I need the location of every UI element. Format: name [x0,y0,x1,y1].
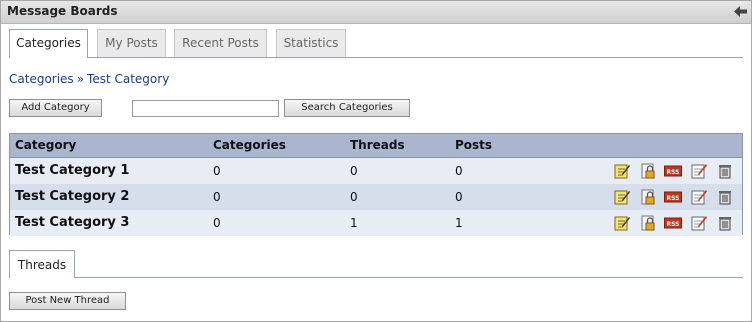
rss-icon[interactable]: RSS [664,214,683,232]
breadcrumb: Categories» Test Category [9,72,169,86]
add-category-button[interactable]: Add Category [9,99,102,117]
tabs-divider [9,57,743,58]
category-name-link[interactable]: Test Category 3 [15,215,129,230]
category-name-link[interactable]: Test Category 2 [15,189,129,204]
message-boards-portlet: Message Boards Categories My Posts Recen… [0,0,752,322]
categories-count: 0 [213,164,221,178]
tab-threads[interactable]: Threads [9,250,75,278]
header-category: Category [15,138,77,152]
rss-text: RSS [667,195,680,202]
permissions-icon[interactable] [639,188,657,206]
search-categories-input[interactable] [132,100,279,117]
breadcrumb-root-link[interactable]: Categories [9,72,74,86]
threads-tabs-divider [9,277,743,278]
row-actions: RSS [609,214,734,232]
posts-count: 1 [455,216,463,230]
rss-text: RSS [667,169,680,176]
permissions-icon[interactable] [639,214,657,232]
portlet-title: Message Boards [7,4,118,18]
edit-icon[interactable] [613,188,631,206]
category-name-link[interactable]: Test Category 1 [15,163,129,178]
delete-icon[interactable] [716,162,734,180]
breadcrumb-current-link[interactable]: Test Category [87,72,169,86]
header-threads: Threads [350,138,405,152]
row-actions: RSS [609,188,734,206]
subscribe-icon[interactable] [690,162,708,180]
post-new-thread-button[interactable]: Post New Thread [9,292,126,310]
categories-count: 0 [213,216,221,230]
rss-icon[interactable]: RSS [664,162,683,180]
search-categories-button[interactable]: Search Categories [284,99,410,117]
breadcrumb-separator: » [76,72,85,86]
permissions-icon[interactable] [639,162,657,180]
table-row[interactable]: Test Category 2 0 0 0 RSS [10,184,742,210]
tab-my-posts[interactable]: My Posts [97,29,166,57]
header-categories: Categories [213,138,286,152]
categories-count: 0 [213,190,221,204]
table-row[interactable]: Test Category 1 0 0 0 RSS [10,158,742,184]
back-arrow-icon[interactable] [733,4,748,19]
rss-text: RSS [667,221,680,228]
posts-count: 0 [455,164,463,178]
tab-recent-posts[interactable]: Recent Posts [174,29,267,57]
threads-count: 0 [350,164,358,178]
table-header: Category Categories Threads Posts [10,134,742,158]
subscribe-icon[interactable] [690,214,708,232]
threads-count: 1 [350,216,358,230]
categories-table: Category Categories Threads Posts Test C… [9,133,743,236]
header-posts: Posts [455,138,493,152]
delete-icon[interactable] [716,214,734,232]
table-row[interactable]: Test Category 3 0 1 1 RSS [10,210,742,236]
delete-icon[interactable] [716,188,734,206]
portlet-titlebar: Message Boards [1,1,751,24]
row-actions: RSS [609,162,734,180]
edit-icon[interactable] [613,162,631,180]
tab-statistics[interactable]: Statistics [276,29,346,57]
edit-icon[interactable] [613,214,631,232]
subscribe-icon[interactable] [690,188,708,206]
tab-categories[interactable]: Categories [9,29,88,58]
threads-count: 0 [350,190,358,204]
posts-count: 0 [455,190,463,204]
rss-icon[interactable]: RSS [664,188,683,206]
